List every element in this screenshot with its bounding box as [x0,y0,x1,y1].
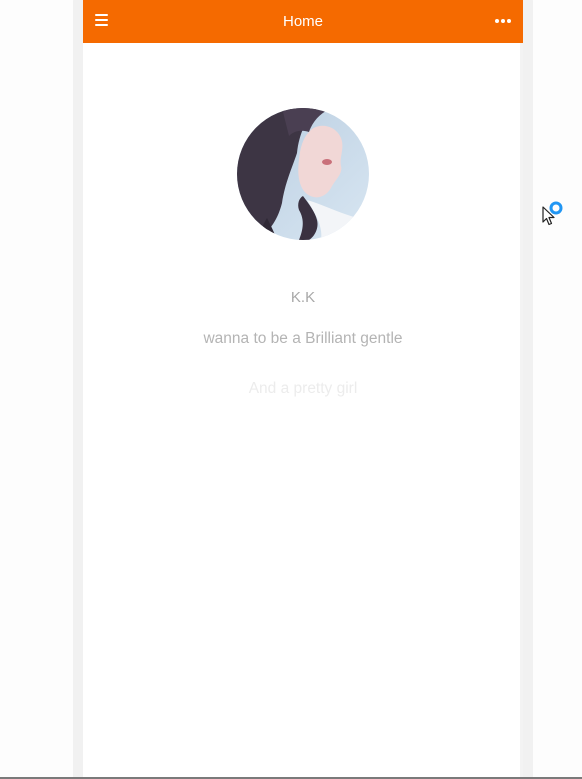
profile-name: K.K [290,289,316,306]
loading-spinner-icon [549,201,563,215]
phone-screen: Home K.K wanna to be a Brilliant gentle … [83,0,523,779]
profile-tagline: wanna to be a Brilliant gentle [203,330,403,347]
avatar[interactable] [237,108,369,240]
more-options-icon[interactable] [495,19,511,24]
page-title: Home [282,13,323,30]
app-header: Home [83,0,523,43]
avatar-photo [237,108,369,240]
profile-subline: And a pretty girl [248,380,358,397]
screen: Home K.K wanna to be a Brilliant gentle … [0,0,582,779]
